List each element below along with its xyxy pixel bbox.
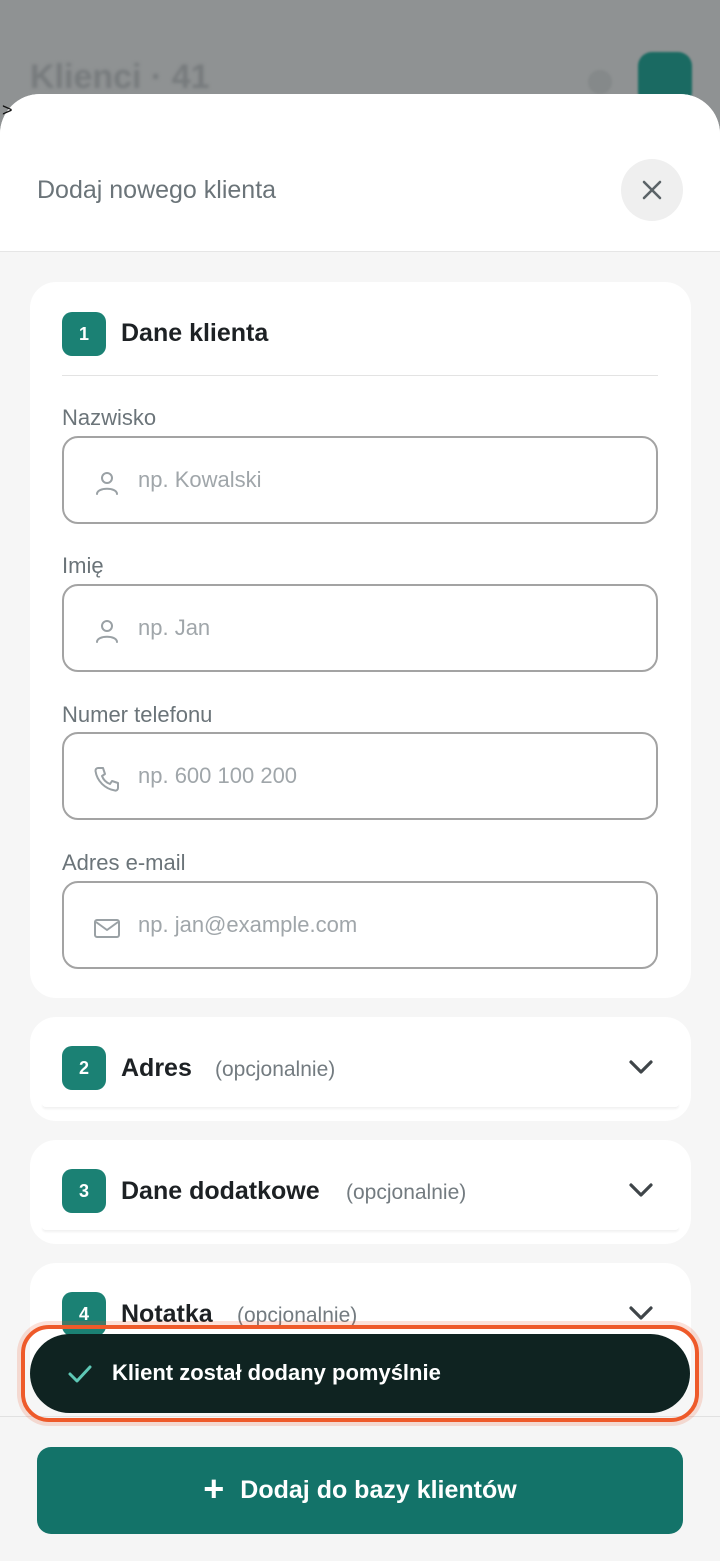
person-icon [96, 472, 118, 495]
section-shadow [42, 1226, 679, 1230]
first-name-placeholder: np. Jan [138, 615, 211, 640]
section-shadow [42, 1103, 679, 1107]
add-client-button[interactable]: + Dodaj do bazy klientów [37, 1447, 683, 1534]
close-icon [642, 180, 662, 200]
close-button[interactable] [621, 159, 683, 221]
section-title-client-data: Dane klienta [121, 319, 269, 347]
plus-icon: + [203, 1467, 225, 1509]
chevron-down-icon[interactable] [626, 1052, 656, 1082]
email-label: Adres e-mail [62, 850, 186, 875]
chevron-down-icon[interactable] [626, 1175, 656, 1205]
sheet-title: Dodaj nowego klienta [37, 176, 277, 204]
optional-label: (opcjonalnie) [215, 1058, 336, 1081]
caret-glyph: > [2, 100, 13, 120]
step-badge-3: 3 [62, 1169, 106, 1213]
email-field[interactable]: np. jan@example.com [62, 881, 658, 969]
step-badge-2: 2 [62, 1046, 106, 1090]
section-additional-data[interactable]: 3 Dane dodatkowe (opcjonalnie) [30, 1140, 691, 1244]
check-icon [68, 1365, 92, 1383]
last-name-label: Nazwisko [62, 405, 157, 430]
last-name-placeholder: np. Kowalski [138, 467, 262, 492]
toast-message: Klient został dodany pomyślnie [112, 1360, 441, 1385]
phone-label: Numer telefonu [62, 702, 213, 727]
background-search-icon [588, 70, 612, 94]
step-badge-1: 1 [62, 312, 106, 356]
sheet-header: Dodaj nowego klienta [0, 94, 720, 252]
section-title-additional-data: Dane dodatkowe [121, 1177, 320, 1205]
section-address[interactable]: 2 Adres (opcjonalnie) [30, 1017, 691, 1121]
background-title: Klienci · 41 [30, 58, 210, 96]
phone-field[interactable]: np. 600 100 200 [62, 732, 658, 820]
phone-icon [94, 767, 119, 792]
section-divider [62, 375, 658, 376]
person-icon [96, 620, 118, 643]
mail-icon [94, 919, 120, 938]
section-client-data: 1 Dane klienta Nazwisko np. Kowalski Imi… [30, 282, 691, 998]
first-name-field[interactable]: np. Jan [62, 584, 658, 672]
chevron-down-icon[interactable] [626, 1298, 656, 1328]
email-placeholder: np. jan@example.com [138, 912, 358, 937]
last-name-field[interactable]: np. Kowalski [62, 436, 658, 524]
section-title-address: Adres [121, 1054, 192, 1082]
first-name-label: Imię [62, 553, 104, 578]
sheet-footer: + Dodaj do bazy klientów [0, 1416, 720, 1561]
success-toast: Klient został dodany pomyślnie [30, 1334, 690, 1413]
add-client-button-label: Dodaj do bazy klientów [240, 1476, 517, 1504]
phone-placeholder: np. 600 100 200 [138, 763, 298, 788]
optional-label: (opcjonalnie) [346, 1181, 467, 1204]
